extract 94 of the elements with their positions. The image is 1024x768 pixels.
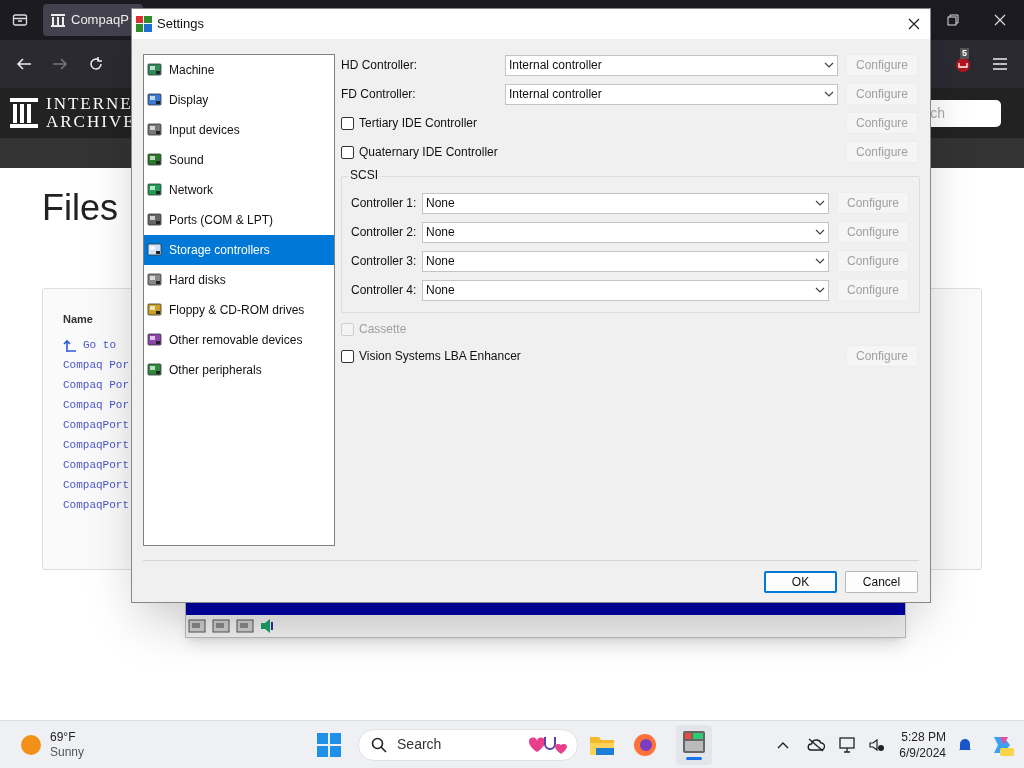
- category-item[interactable]: Sound: [144, 145, 334, 175]
- chevron-up-icon[interactable]: [777, 740, 790, 749]
- up-arrow-icon: [63, 338, 77, 353]
- restore-icon[interactable]: [947, 14, 959, 26]
- taskbar-search[interactable]: Search: [358, 728, 579, 761]
- checkbox[interactable]: [341, 116, 354, 130]
- field-label: FD Controller:: [341, 86, 417, 103]
- file-link[interactable]: Compaq Por: [63, 397, 129, 414]
- bell-icon[interactable]: [958, 736, 972, 753]
- device-icon: [147, 122, 163, 138]
- clock-date: 6/9/2024: [899, 744, 946, 761]
- columns-icon: [51, 13, 65, 27]
- app-logo-icon: [136, 16, 152, 32]
- weather-condition: Sunny: [50, 744, 85, 760]
- dialog-button[interactable]: Cancel: [845, 571, 918, 593]
- speaker-icon[interactable]: [260, 618, 276, 634]
- category-item[interactable]: Display: [144, 85, 334, 115]
- device-icon: [147, 182, 163, 198]
- chevron-down-icon: [815, 287, 825, 293]
- close-icon[interactable]: [908, 18, 920, 30]
- category-item[interactable]: Hard disks: [144, 265, 334, 295]
- checkbox-label: Cassette: [359, 321, 407, 338]
- drive-icon[interactable]: [188, 618, 206, 634]
- category-item[interactable]: Ports (COM & LPT): [144, 205, 334, 235]
- field-label: Controller 3:: [351, 253, 418, 270]
- scsi-dropdown[interactable]: None: [422, 221, 829, 243]
- category-item[interactable]: Network: [144, 175, 334, 205]
- chevron-down-icon: [815, 229, 825, 235]
- device-icon: [147, 332, 163, 348]
- chevron-down-icon: [824, 62, 834, 68]
- logo-text: INTERNE: [46, 95, 134, 113]
- file-link[interactable]: CompaqPort: [63, 457, 129, 474]
- page-heading: Files: [42, 188, 118, 228]
- windows-start-icon[interactable]: [317, 732, 342, 757]
- file-link[interactable]: Compaq Por: [63, 377, 129, 394]
- device-icon: [147, 362, 163, 378]
- scsi-dropdown[interactable]: None: [422, 192, 829, 214]
- back-icon[interactable]: [16, 56, 32, 72]
- checkbox[interactable]: [341, 349, 354, 363]
- file-link[interactable]: Compaq Por: [63, 357, 129, 374]
- reload-icon[interactable]: [88, 56, 104, 72]
- drive-icon[interactable]: [236, 618, 254, 634]
- temperature: 69°F: [50, 729, 77, 745]
- checkbox-label: Quaternary IDE Controller: [359, 144, 498, 161]
- chevron-down-icon: [815, 200, 825, 206]
- device-icon: [147, 152, 163, 168]
- device-icon: [147, 302, 163, 318]
- search-icon: [371, 736, 388, 753]
- chevron-down-icon: [815, 258, 825, 264]
- controller-dropdown[interactable]: Internal controller: [505, 54, 838, 76]
- category-item[interactable]: Other removable devices: [144, 325, 334, 355]
- scsi-dropdown[interactable]: None: [422, 279, 829, 301]
- notification-badge: 5: [960, 48, 969, 59]
- category-item[interactable]: Machine: [144, 55, 334, 85]
- forward-icon[interactable]: [52, 56, 68, 72]
- file-link[interactable]: CompaqPort: [63, 417, 129, 434]
- file-link[interactable]: Go to: [83, 337, 116, 354]
- checkbox[interactable]: [341, 145, 354, 159]
- browser-tab[interactable]: CompaqP: [43, 4, 143, 36]
- category-item[interactable]: Floppy & CD-ROM drives: [144, 295, 334, 325]
- sun-icon: [20, 733, 42, 756]
- monitor-icon[interactable]: [839, 736, 858, 753]
- emulator-taskbar-button[interactable]: [676, 724, 713, 765]
- cloud-off-icon[interactable]: [807, 737, 826, 752]
- category-item[interactable]: Input devices: [144, 115, 334, 145]
- checkbox-label: Tertiary IDE Controller: [359, 115, 478, 132]
- tab-list-icon[interactable]: [12, 12, 28, 28]
- group-title: SCSI: [348, 168, 380, 182]
- field-label: HD Controller:: [341, 57, 419, 74]
- controller-dropdown[interactable]: Internal controller: [505, 83, 838, 105]
- logo-text: ARCHIVE: [46, 113, 136, 131]
- scsi-dropdown[interactable]: None: [422, 250, 829, 272]
- clock-time: 5:28 PM: [901, 728, 946, 745]
- device-icon: [147, 272, 163, 288]
- menu-icon[interactable]: [992, 57, 1008, 71]
- device-icon: [147, 242, 163, 258]
- drive-icon[interactable]: [212, 618, 230, 634]
- category-item[interactable]: Storage controllers: [144, 235, 334, 265]
- file-link[interactable]: CompaqPort: [63, 497, 129, 514]
- window-title: Settings: [157, 15, 204, 34]
- file-link[interactable]: CompaqPort: [63, 437, 129, 454]
- device-icon: [147, 62, 163, 78]
- file-link[interactable]: CompaqPort: [63, 477, 129, 494]
- dialog-button[interactable]: OK: [764, 571, 837, 593]
- checkbox-label: Vision Systems LBA Enhancer: [359, 348, 521, 365]
- device-icon: [147, 212, 163, 228]
- device-icon: [147, 92, 163, 108]
- category-item[interactable]: Other peripherals: [144, 355, 334, 385]
- field-label: Controller 1:: [351, 195, 418, 212]
- field-label: Controller 4:: [351, 282, 418, 299]
- archive-logo-icon: [10, 98, 38, 128]
- volume-muted-icon[interactable]: [869, 736, 886, 753]
- chevron-down-icon: [824, 91, 834, 97]
- field-label: Controller 2:: [351, 224, 418, 241]
